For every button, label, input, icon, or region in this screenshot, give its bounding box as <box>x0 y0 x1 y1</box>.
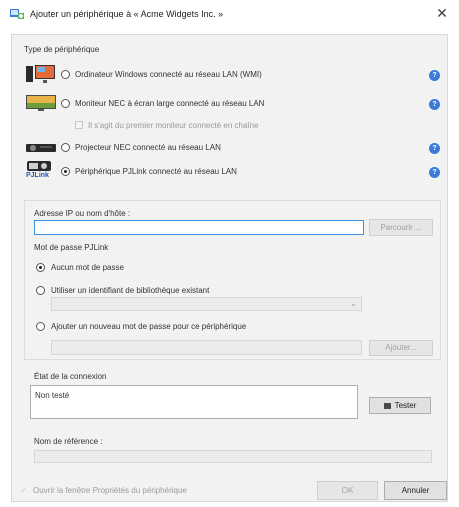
address-input[interactable] <box>34 220 364 235</box>
close-button[interactable]: ✕ <box>434 5 450 22</box>
device-type-label: Type de périphérique <box>24 45 100 54</box>
open-properties-label[interactable]: Ouvrir la fenêtre Propriétés du périphér… <box>33 486 187 495</box>
address-label: Adresse IP ou nom d'hôte : <box>34 209 131 218</box>
password-option-none[interactable]: Aucun mot de passe <box>51 263 124 272</box>
device-type-radio-nec-projector[interactable] <box>61 143 70 152</box>
chevron-down-icon: ⌄ <box>350 299 357 308</box>
nec-monitor-icon <box>26 95 56 111</box>
test-icon <box>383 402 391 409</box>
device-type-radio-nec-monitor[interactable] <box>61 99 70 108</box>
chained-monitor-checkbox[interactable] <box>75 121 83 129</box>
title-bar: Ajouter un périphérique à « Acme Widgets… <box>0 0 459 28</box>
library-id-dropdown[interactable]: ⌄ <box>51 297 362 311</box>
password-radio-none[interactable] <box>36 263 45 272</box>
test-button[interactable]: Tester <box>369 397 431 414</box>
browse-button[interactable]: Parcourir ... <box>369 219 433 236</box>
device-type-radio-windows[interactable] <box>61 70 70 79</box>
nec-projector-icon <box>26 144 56 152</box>
help-icon[interactable]: ? <box>429 99 440 110</box>
reference-name-label: Nom de référence : <box>34 437 103 446</box>
add-password-button[interactable]: Ajouter... <box>369 340 433 356</box>
test-button-label: Tester <box>394 401 417 410</box>
password-radio-existing[interactable] <box>36 286 45 295</box>
chained-monitor-label: Il s'agit du premier moniteur connecté e… <box>88 121 259 130</box>
ok-button[interactable]: OK <box>317 481 378 500</box>
password-option-existing[interactable]: Utiliser un identifiant de bibliothèque … <box>51 286 209 295</box>
windows-computer-icon <box>26 65 55 83</box>
cancel-button[interactable]: Annuler <box>384 481 447 500</box>
reference-name-input[interactable] <box>34 450 432 463</box>
password-radio-new[interactable] <box>36 322 45 331</box>
pjlink-logo-text: PJLink <box>26 172 49 179</box>
device-type-radio-pjlink[interactable] <box>61 167 70 176</box>
password-option-new[interactable]: Ajouter un nouveau mot de passe pour ce … <box>51 322 246 331</box>
device-type-option-nec-monitor[interactable]: Moniteur NEC à écran large connecté au r… <box>75 99 264 108</box>
help-icon[interactable]: ? <box>429 143 440 154</box>
add-device-icon <box>10 9 24 19</box>
connection-status-label: État de la connexion <box>34 372 107 381</box>
device-type-option-nec-projector[interactable]: Projecteur NEC connecté au réseau LAN <box>75 143 221 152</box>
checkmark-icon: ✓ <box>20 486 27 495</box>
help-icon[interactable]: ? <box>429 167 440 178</box>
connection-status-text: Non testé <box>35 391 70 400</box>
device-type-option-windows[interactable]: Ordinateur Windows connecté au réseau LA… <box>75 70 262 79</box>
pjlink-icon <box>27 161 51 171</box>
window-title: Ajouter un périphérique à « Acme Widgets… <box>30 9 224 19</box>
device-type-option-pjlink[interactable]: Périphérique PJLink connecté au réseau L… <box>75 167 237 176</box>
connection-status-box: Non testé <box>30 385 358 419</box>
help-icon[interactable]: ? <box>429 70 440 81</box>
password-label: Mot de passe PJLink <box>34 243 109 252</box>
new-password-input[interactable] <box>51 340 362 355</box>
